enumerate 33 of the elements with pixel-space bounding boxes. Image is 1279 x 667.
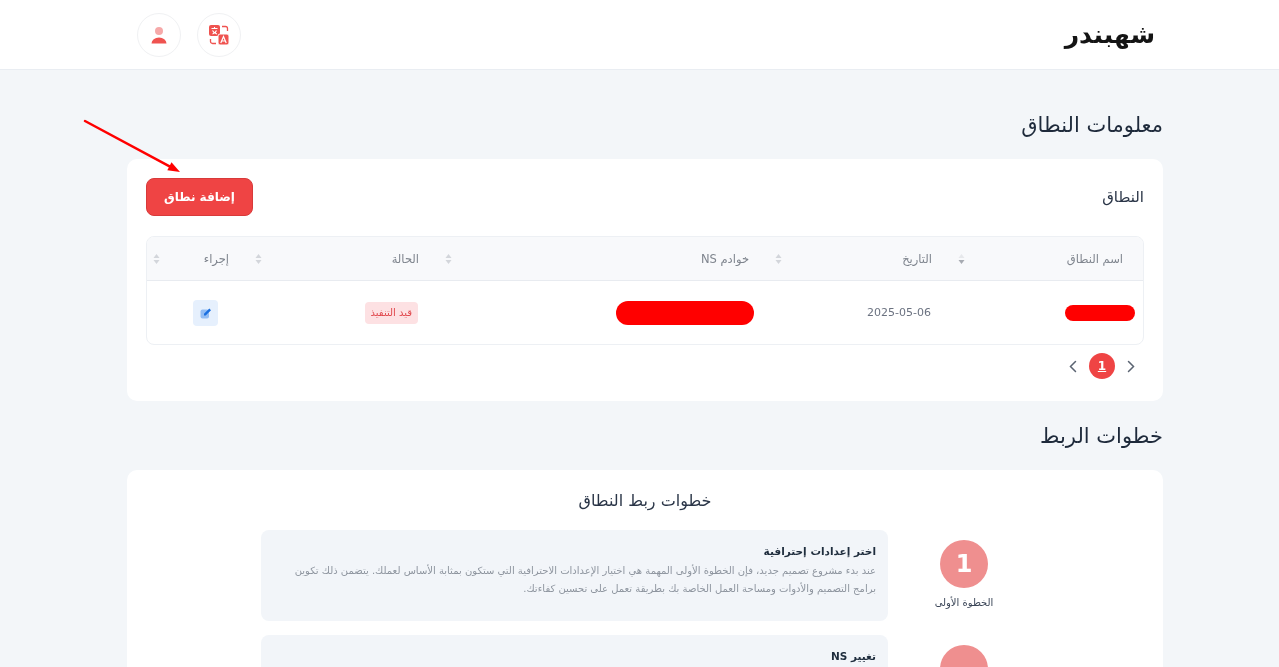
chevron-left-icon: [1069, 359, 1077, 373]
column-label: خوادم NS: [700, 251, 749, 266]
step-label: الخطوة الأولى: [934, 597, 994, 608]
chevron-right-icon: [1127, 359, 1135, 373]
language-button[interactable]: [197, 12, 241, 57]
column-header[interactable]: التاريخ: [769, 237, 952, 281]
column-header[interactable]: اسم النطاق: [952, 237, 1143, 281]
user-icon: [150, 25, 168, 44]
step-number: 1: [940, 540, 988, 588]
card-label: النطاق: [1102, 188, 1144, 206]
column-header[interactable]: الحالة: [249, 237, 439, 281]
logo[interactable]: شهبندر: [1064, 18, 1155, 51]
section-title: خطوات الربط: [1039, 423, 1163, 450]
card-title: خطوات ربط النطاق: [577, 490, 713, 513]
date-text: 2025-05-06: [867, 306, 931, 319]
step-title: اختر إعدادات إحترافية: [762, 544, 876, 559]
column-label: اسم النطاق: [1066, 251, 1123, 266]
sort-icon[interactable]: [958, 252, 965, 265]
translate-icon: [208, 23, 230, 46]
column-label: إجراء: [203, 251, 229, 266]
column-label: التاريخ: [902, 251, 932, 266]
step-title: تغيير NS: [830, 649, 876, 664]
page-button[interactable]: 1: [1089, 353, 1115, 379]
column-label: الحالة: [391, 251, 419, 266]
column-header[interactable]: خوادم NS: [439, 237, 769, 281]
step-description: عند بدء مشروع تصميم جديد، فإن الخطوة الأولى المهمة هي اختيار الإعدادات الاحترافية التي ستكون بمثابة الأساس لعملك. يتضمن ذلك تكوين برامج التصميم والأدوات ومساحة العمل الخاصة بك بطريقة تعمل على تحسين كفاءتك.: [293, 563, 876, 597]
profile-button[interactable]: [137, 12, 181, 57]
edit-icon: [199, 306, 212, 319]
section-title: معلومات النطاق: [1020, 112, 1163, 139]
column-header[interactable]: إجراء: [147, 237, 249, 281]
edit-button[interactable]: [193, 299, 218, 326]
add-domain-button[interactable]: إضافة نطاق: [146, 178, 253, 216]
status-badge: قيد التنفيذ: [364, 301, 418, 324]
